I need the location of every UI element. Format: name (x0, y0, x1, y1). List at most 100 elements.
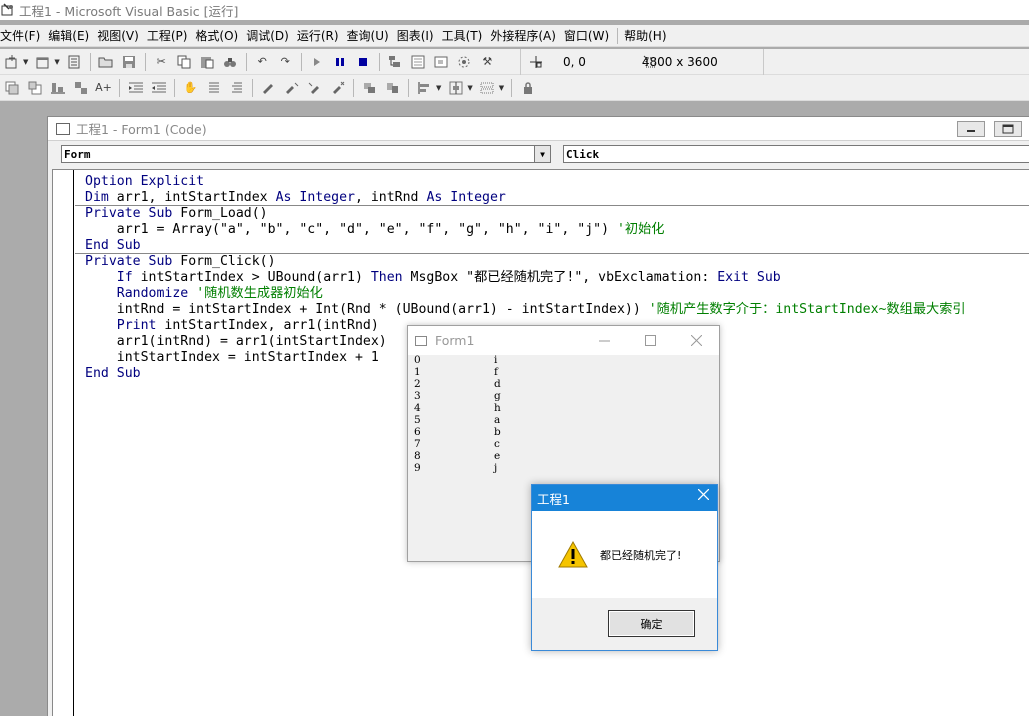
font-size-icon[interactable]: A+ (94, 78, 113, 97)
stop-icon[interactable] (354, 52, 373, 71)
toolbar-separator (245, 52, 247, 71)
properties-window-icon[interactable] (409, 52, 428, 71)
code-line[interactable]: Option Explicit (85, 174, 966, 190)
code-line[interactable]: arr1 = Array("a", "b", "c", "d", "e", "f… (85, 222, 966, 238)
menu-item[interactable]: 窗口(W) (564, 27, 613, 44)
open-folder-icon[interactable] (97, 52, 116, 71)
chevron-down-icon[interactable]: ▼ (499, 84, 504, 92)
chevron-down-icon[interactable]: ▼ (436, 84, 441, 92)
chevron-down-icon[interactable]: ▼ (467, 84, 472, 92)
chevron-down-icon[interactable]: ▼ (54, 58, 59, 66)
hand-icon[interactable]: ✋ (181, 78, 200, 97)
align-bottom-icon[interactable] (48, 78, 67, 97)
code-line[interactable]: Private Sub Form_Click() (85, 254, 966, 270)
menu-item[interactable]: 调试(D) (246, 27, 293, 44)
output-value: d (494, 378, 501, 390)
menu-item[interactable]: 视图(V) (97, 27, 143, 44)
group-icon[interactable] (71, 78, 90, 97)
code-line[interactable]: End Sub (85, 238, 966, 254)
clear-bookmarks-icon[interactable] (328, 78, 347, 97)
menu-item[interactable]: 图表(I) (397, 27, 438, 44)
output-index: 1 (414, 366, 421, 378)
output-row: 9j (414, 462, 501, 474)
minimize-button[interactable] (957, 121, 985, 137)
menu-item[interactable]: 查询(U) (347, 27, 393, 44)
add-project-icon[interactable] (2, 52, 21, 71)
code-token: intRnd = intStartIndex + Int(Rnd * (UBou… (85, 302, 649, 317)
chevron-down-icon[interactable]: ▼ (534, 146, 550, 162)
send-to-back-icon[interactable] (25, 78, 44, 97)
align-icon[interactable] (415, 78, 434, 97)
vb-app-icon (1, 3, 15, 17)
code-token: '随机数生成器初始化 (196, 286, 323, 301)
next-bookmark-icon[interactable] (282, 78, 301, 97)
standard-toolbar: ▼ ▼ ✂ ↶ ↷ ⚒ (0, 49, 1029, 75)
menu-item[interactable]: 格式(O) (195, 27, 242, 44)
code-window-titlebar: 工程1 - Form1 (Code) (48, 117, 1029, 141)
code-token: End Sub (85, 238, 141, 253)
close-button[interactable] (697, 488, 710, 503)
indent-icon[interactable] (126, 78, 145, 97)
previous-bookmark-icon[interactable] (305, 78, 324, 97)
output-row: 3g (414, 390, 501, 402)
add-form-icon[interactable] (33, 52, 52, 71)
redo-icon[interactable]: ↷ (276, 52, 295, 71)
toolbox-icon[interactable]: ⚒ (478, 52, 497, 71)
make-same-size-icon[interactable] (478, 78, 497, 97)
save-icon[interactable] (120, 52, 139, 71)
code-line[interactable]: Dim arr1, intStartIndex As Integer, intR… (85, 190, 966, 206)
chevron-down-icon[interactable]: ▼ (23, 58, 28, 66)
code-line[interactable]: Private Sub Form_Load() (85, 206, 966, 222)
margin-indicator-bar[interactable] (53, 170, 74, 716)
restore-button[interactable] (994, 121, 1022, 137)
form-layout-icon[interactable] (432, 52, 451, 71)
comment-block-icon[interactable] (204, 78, 223, 97)
code-token: arr1 = Array("a", "b", "c", "d", "e", "f… (85, 222, 617, 237)
code-line[interactable]: If intStartIndex > UBound(arr1) Then Msg… (85, 270, 966, 286)
lock-controls-icon[interactable] (518, 78, 537, 97)
menu-item[interactable]: 工程(P) (147, 27, 192, 44)
close-button[interactable] (673, 326, 719, 355)
position-readout: 0, 0 (563, 55, 586, 69)
minimize-button[interactable] (581, 326, 627, 355)
object-combo[interactable]: Form ▼ (61, 145, 551, 163)
output-row: 8e (414, 450, 501, 462)
maximize-button[interactable] (627, 326, 673, 355)
output-row: 2d (414, 378, 501, 390)
bring-to-front-icon[interactable] (2, 78, 21, 97)
menu-editor-icon[interactable] (65, 52, 84, 71)
pause-icon[interactable] (331, 52, 350, 71)
code-token: Form_Click() (172, 254, 276, 269)
menu-item-help[interactable]: 帮助(H) (624, 27, 670, 44)
start-icon[interactable] (308, 52, 327, 71)
ok-button[interactable]: 确定 (608, 610, 695, 637)
menu-item[interactable]: 工具(T) (442, 27, 487, 44)
toggle-bookmark-icon[interactable] (259, 78, 278, 97)
same-height-icon[interactable] (383, 78, 402, 97)
menu-item[interactable]: 文件(F) (0, 27, 44, 44)
outdent-icon[interactable] (149, 78, 168, 97)
procedure-combo[interactable]: Click (563, 145, 1029, 163)
same-width-icon[interactable] (360, 78, 379, 97)
object-browser-icon[interactable] (455, 52, 474, 71)
find-icon[interactable] (221, 52, 240, 71)
center-icon[interactable] (446, 78, 465, 97)
cut-icon[interactable]: ✂ (152, 52, 171, 71)
uncomment-block-icon[interactable] (227, 78, 246, 97)
menu-item[interactable]: 编辑(E) (48, 27, 93, 44)
menu-item[interactable]: 外接程序(A) (490, 27, 560, 44)
code-line[interactable]: Randomize '随机数生成器初始化 (85, 286, 966, 302)
code-line[interactable]: intRnd = intStartIndex + Int(Rnd * (UBou… (85, 302, 966, 318)
output-row: 1f (414, 366, 501, 378)
menu-item[interactable]: 运行(R) (297, 27, 343, 44)
toolbar-separator (511, 78, 513, 97)
toolbar-separator (144, 52, 146, 71)
paste-icon[interactable] (198, 52, 217, 71)
copy-icon[interactable] (175, 52, 194, 71)
project-explorer-icon[interactable] (386, 52, 405, 71)
form-editor-toolbar: A+ ✋ ▼ ▼ ▼ (0, 75, 1029, 101)
undo-icon[interactable]: ↶ (253, 52, 272, 71)
